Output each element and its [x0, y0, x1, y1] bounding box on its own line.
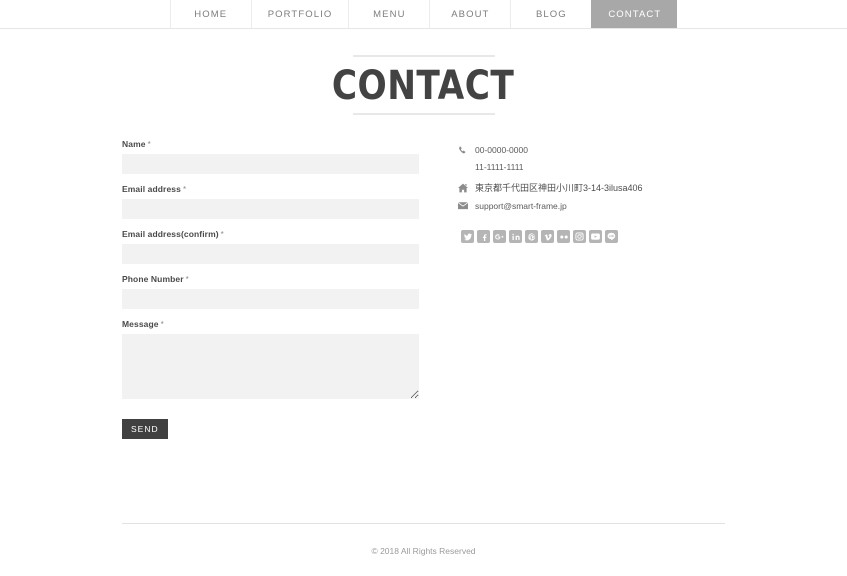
required-marker: * — [220, 230, 224, 239]
field-label-message: Message * — [122, 319, 419, 329]
page-header: CONTACT — [0, 55, 847, 115]
required-marker: * — [185, 275, 189, 284]
field-label-text: Message — [122, 319, 159, 329]
nav-item-label: PORTFOLIO — [267, 8, 333, 20]
title-rule-top — [352, 55, 495, 57]
field-email: Email address * — [122, 184, 419, 219]
field-label-text: Name — [122, 139, 146, 149]
nav-item-label: CONTACT — [608, 8, 662, 20]
home-icon — [458, 182, 475, 193]
field-label-text: Email address(confirm) — [122, 229, 219, 239]
social-youtube-icon[interactable] — [589, 230, 602, 243]
required-marker: * — [160, 320, 164, 329]
field-label-phone: Phone Number * — [122, 274, 419, 284]
social-flickr-icon[interactable] — [557, 230, 570, 243]
field-label-email-confirm: Email address(confirm) * — [122, 229, 419, 239]
nav-item-menu[interactable]: MENU — [348, 0, 430, 28]
nav-item-label: BLOG — [535, 8, 567, 20]
phone-primary: 00-0000-0000 — [475, 145, 528, 155]
email-confirm-input[interactable] — [122, 244, 419, 264]
nav-item-about[interactable]: ABOUT — [429, 0, 511, 28]
field-label-text: Email address — [122, 184, 181, 194]
field-label-text: Phone Number — [122, 274, 184, 284]
nav-item-label: HOME — [194, 8, 228, 20]
nav-item-portfolio[interactable]: PORTFOLIO — [250, 0, 349, 28]
nav-item-contact[interactable]: CONTACT — [591, 0, 678, 28]
copyright-text: © 2018 All Rights Reserved — [371, 546, 476, 556]
phone-input[interactable] — [122, 289, 419, 309]
field-label-name: Name * — [122, 139, 419, 149]
nav-list: HOME PORTFOLIO MENU ABOUT BLOG CONTACT — [169, 0, 678, 28]
address-text: 東京都千代田区神田小川町3-14-3ilusa406 — [475, 183, 643, 193]
nav-item-label: ABOUT — [451, 8, 490, 20]
name-input[interactable] — [122, 154, 419, 174]
field-name: Name * — [122, 139, 419, 174]
main-navigation: HOME PORTFOLIO MENU ABOUT BLOG CONTACT — [0, 0, 847, 29]
field-label-email: Email address * — [122, 184, 419, 194]
nav-item-label: MENU — [373, 8, 406, 20]
required-marker: * — [182, 185, 187, 194]
social-pinterest-icon[interactable] — [525, 230, 538, 243]
social-twitter-icon[interactable] — [461, 230, 474, 243]
footer: © 2018 All Rights Reserved — [122, 523, 725, 556]
info-row-address: 東京都千代田区神田小川町3-14-3ilusa406 — [458, 182, 725, 197]
info-row-phone: 00-0000-0000 — [458, 145, 725, 160]
content-area: Name * Email address * Email address(confi… — [0, 139, 847, 439]
page-title: CONTACT — [332, 63, 515, 109]
phone-icon — [458, 145, 475, 155]
envelope-icon — [458, 201, 475, 210]
email-text: support@smart-frame.jp — [475, 201, 567, 211]
field-phone: Phone Number * — [122, 274, 419, 309]
field-email-confirm: Email address(confirm) * — [122, 229, 419, 264]
contact-form: Name * Email address * Email address(confi… — [122, 139, 419, 439]
info-row-phone-secondary: 11-1111-1111 — [458, 162, 725, 177]
contact-info: 00-0000-0000 11-1111-1111 東京都千代田区神田小川町3-… — [458, 139, 725, 243]
field-message: Message * — [122, 319, 419, 399]
social-links — [461, 230, 725, 243]
social-vimeo-icon[interactable] — [541, 230, 554, 243]
phone-secondary: 11-1111-1111 — [475, 162, 524, 172]
social-instagram-icon[interactable] — [573, 230, 586, 243]
nav-item-home[interactable]: HOME — [169, 0, 251, 28]
message-textarea[interactable] — [122, 334, 419, 399]
social-facebook-icon[interactable] — [477, 230, 490, 243]
email-input[interactable] — [122, 199, 419, 219]
social-google-plus-icon[interactable] — [493, 230, 506, 243]
social-linkedin-icon[interactable] — [509, 230, 522, 243]
social-line-icon[interactable] — [605, 230, 618, 243]
title-rule-bottom — [352, 113, 495, 115]
required-marker: * — [147, 140, 151, 149]
nav-item-blog[interactable]: BLOG — [510, 0, 592, 28]
info-row-email: support@smart-frame.jp — [458, 201, 725, 216]
send-button[interactable]: SEND — [122, 419, 168, 439]
footer-divider — [122, 523, 725, 524]
